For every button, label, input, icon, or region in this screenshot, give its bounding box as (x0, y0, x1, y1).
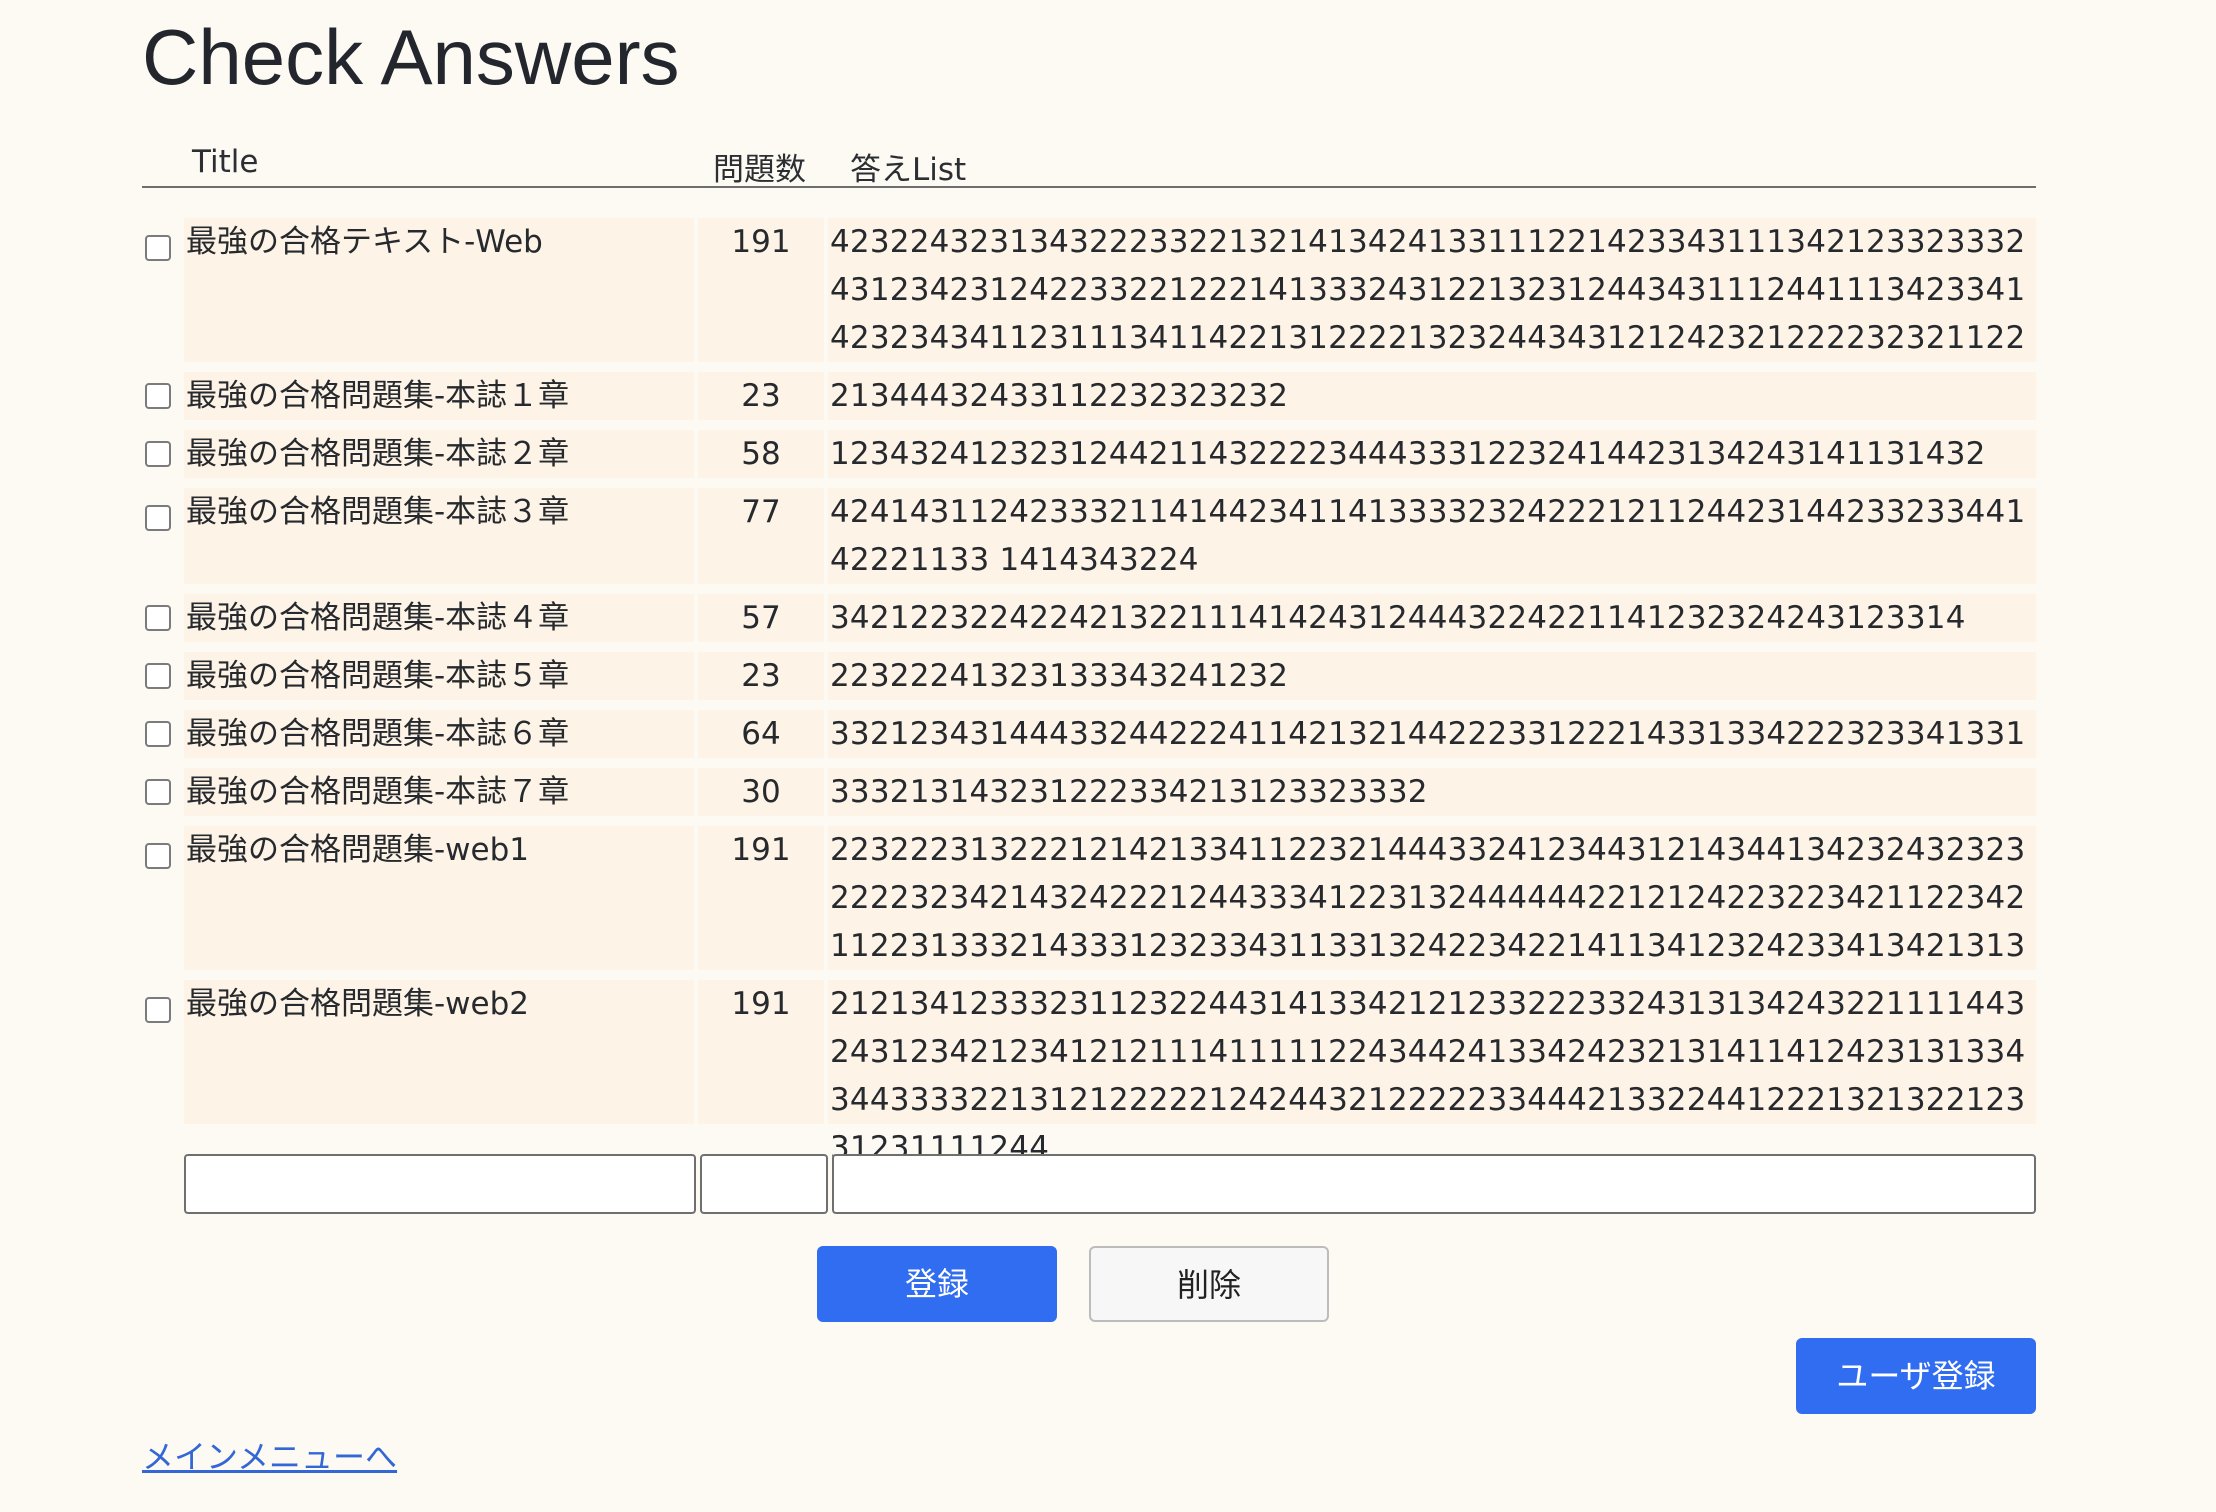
table-row: 最強の合格問題集-本誌５章 23 22322241323133343241232 (142, 652, 2036, 700)
table-row: 最強の合格問題集-本誌３章 77 42414311242333211414423… (142, 488, 2036, 584)
new-entry-form (184, 1154, 2036, 1214)
row-title: 最強の合格問題集-本誌４章 (184, 594, 694, 642)
row-count: 77 (698, 488, 824, 584)
row-answers: 2121341233323112322443141334212123322233… (828, 980, 2036, 1166)
row-answers: 4241431124233321141442341141333323242221… (828, 488, 2036, 584)
row-checkbox[interactable] (145, 605, 171, 631)
row-title: 最強の合格問題集-web1 (184, 826, 694, 970)
table-row: 最強の合格問題集-web1 191 2232223132221214213341… (142, 826, 2036, 1012)
main-menu-link[interactable]: メインメニューへ (142, 1432, 397, 1478)
delete-button[interactable]: 削除 (1089, 1246, 1329, 1322)
row-answers: 21344432433112232323232 (828, 372, 2036, 420)
register-button[interactable]: 登録 (817, 1246, 1057, 1322)
row-answers: 4232243231343222332213214134241331112214… (828, 218, 2036, 404)
row-answers: 3321234314443324422241142132144222331222… (828, 710, 2036, 800)
row-answers: 22322241323133343241232 (828, 652, 2036, 700)
header-title: Title (192, 144, 259, 180)
row-title: 最強の合格テキスト-Web (184, 218, 694, 362)
row-title: 最強の合格問題集-本誌２章 (184, 430, 694, 478)
row-answers: 3421223224224213221114142431244432242211… (828, 594, 2036, 642)
row-count: 191 (698, 826, 824, 970)
row-title: 最強の合格問題集-本誌１章 (184, 372, 694, 420)
table-header: Title 問題数 答えList (142, 138, 2036, 188)
table-row: 最強の合格テキスト-Web 191 4232243231343222332213… (142, 218, 2036, 404)
header-count: 問題数 (713, 152, 806, 188)
row-answers: 333213143231222334213123323332 (828, 768, 2036, 816)
row-title: 最強の合格問題集-本誌５章 (184, 652, 694, 700)
row-count: 23 (698, 652, 824, 700)
row-count: 57 (698, 594, 824, 642)
row-count: 58 (698, 430, 824, 478)
row-title: 最強の合格問題集-web2 (184, 980, 694, 1124)
row-title: 最強の合格問題集-本誌６章 (184, 710, 694, 758)
page-title: Check Answers (142, 13, 680, 101)
row-checkbox[interactable] (145, 997, 171, 1023)
row-checkbox[interactable] (145, 721, 171, 747)
user-register-button[interactable]: ユーザ登録 (1796, 1338, 2036, 1414)
answer-list-input[interactable] (832, 1154, 2036, 1214)
row-count: 191 (698, 980, 824, 1124)
page: Check Answers Title 問題数 答えList 最強の合格テキスト… (0, 0, 2216, 1512)
row-checkbox[interactable] (145, 441, 171, 467)
row-checkbox[interactable] (145, 663, 171, 689)
table-row: 最強の合格問題集-本誌２章 58 12343241232312442114322… (142, 430, 2036, 478)
table-row: 最強の合格問題集-web2 191 2121341233323112322443… (142, 980, 2036, 1166)
row-count: 191 (698, 218, 824, 362)
table-row: 最強の合格問題集-本誌４章 57 34212232242242132211141… (142, 594, 2036, 642)
table-row: 最強の合格問題集-本誌７章 30 33321314323122233421312… (142, 768, 2036, 816)
row-count: 64 (698, 710, 824, 758)
row-count: 30 (698, 768, 824, 816)
row-count: 23 (698, 372, 824, 420)
table-row: 最強の合格問題集-本誌６章 64 33212343144433244222411… (142, 710, 2036, 800)
title-input[interactable] (184, 1154, 696, 1214)
count-input[interactable] (700, 1154, 828, 1214)
header-answer-list: 答えList (850, 152, 967, 188)
row-answers: 1234324123231244211432222344433312232414… (828, 430, 2036, 478)
row-title: 最強の合格問題集-本誌３章 (184, 488, 694, 584)
row-checkbox[interactable] (145, 505, 171, 531)
row-title: 最強の合格問題集-本誌７章 (184, 768, 694, 816)
row-checkbox[interactable] (145, 779, 171, 805)
row-checkbox[interactable] (145, 235, 171, 261)
row-answers: 2232223132221214213341122321444332412344… (828, 826, 2036, 1012)
row-checkbox[interactable] (145, 383, 171, 409)
table-row: 最強の合格問題集-本誌１章 23 21344432433112232323232 (142, 372, 2036, 420)
answer-table: 最強の合格テキスト-Web 191 4232243231343222332213… (142, 218, 2036, 1166)
row-checkbox[interactable] (145, 843, 171, 869)
